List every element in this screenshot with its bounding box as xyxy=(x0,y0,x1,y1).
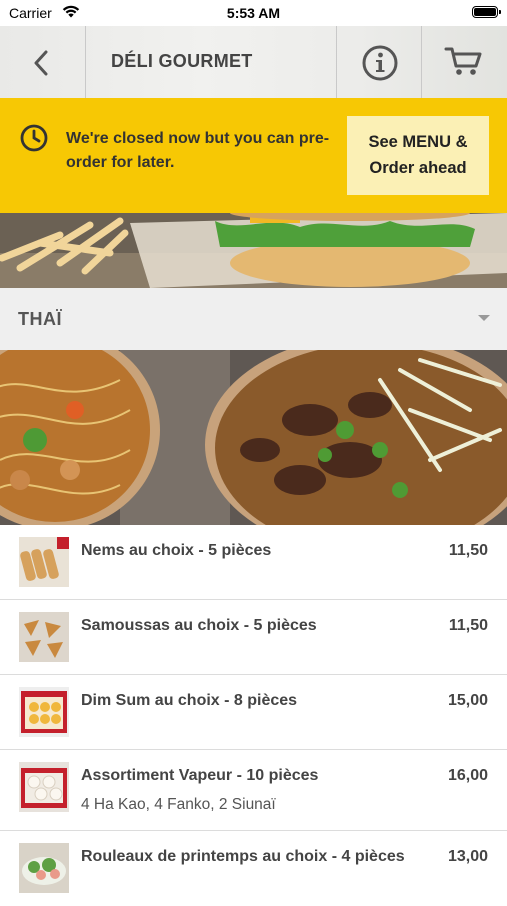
restaurant-hero-image xyxy=(0,213,507,288)
status-bar: Carrier 5:53 AM xyxy=(0,0,507,26)
nav-title-area: DÉLI GOURMET xyxy=(86,26,336,98)
product-thumbnail xyxy=(19,537,69,587)
clock-time: 5:53 AM xyxy=(226,5,281,21)
product-price: 15,00 xyxy=(447,692,488,709)
page-title: DÉLI GOURMET xyxy=(111,51,253,71)
see-menu-button[interactable]: See MENU & Order ahead xyxy=(347,116,489,195)
info-circle-icon xyxy=(362,45,398,81)
burger-fries-photo xyxy=(0,213,507,288)
list-item[interactable]: Samoussas au choix - 5 pièces 11,50 xyxy=(0,600,507,675)
chevron-left-icon xyxy=(34,50,48,76)
product-thumbnail xyxy=(19,843,69,893)
product-price: 11,50 xyxy=(448,617,488,634)
back-button[interactable] xyxy=(0,26,86,98)
category-image xyxy=(0,350,507,525)
closed-message: We're closed now but you can pre-order f… xyxy=(66,130,330,171)
clock-icon xyxy=(20,124,48,152)
product-name: Samoussas au choix - 5 pièces xyxy=(81,617,317,634)
product-thumbnail xyxy=(19,687,69,737)
noodle-bowls-photo xyxy=(0,350,507,525)
product-name: Nems au choix - 5 pièces xyxy=(81,542,272,559)
category-header[interactable]: THAÏ xyxy=(0,288,507,350)
product-list: Nems au choix - 5 pièces 11,50 Samoussas… xyxy=(0,525,507,906)
list-item[interactable]: Assortiment Vapeur - 10 pièces 4 Ha Kao,… xyxy=(0,750,507,831)
caret-down-icon xyxy=(478,315,490,321)
product-price: 13,00 xyxy=(447,848,488,865)
list-item[interactable]: Dim Sum au choix - 8 pièces 15,00 xyxy=(0,675,507,750)
closed-banner: We're closed now but you can pre-order f… xyxy=(0,98,507,213)
product-thumbnail xyxy=(19,612,69,662)
category-name: THAÏ xyxy=(18,309,62,329)
product-thumbnail xyxy=(19,762,69,812)
list-item[interactable]: Rouleaux de printemps au choix - 4 pièce… xyxy=(0,831,507,906)
product-price: 11,50 xyxy=(448,542,488,559)
product-name: Rouleaux de printemps au choix - 4 pièce… xyxy=(81,848,405,865)
list-item[interactable]: Nems au choix - 5 pièces 11,50 xyxy=(0,525,507,600)
info-button[interactable] xyxy=(336,26,422,98)
product-description: 4 Ha Kao, 4 Fanko, 2 Siunaï xyxy=(81,796,276,813)
nav-bar: DÉLI GOURMET xyxy=(0,26,507,99)
cart-icon xyxy=(444,47,482,75)
product-name: Dim Sum au choix - 8 pièces xyxy=(81,692,298,709)
product-price: 16,00 xyxy=(447,767,488,784)
product-name: Assortiment Vapeur - 10 pièces xyxy=(81,767,319,784)
battery-icon xyxy=(472,6,501,18)
cart-button[interactable] xyxy=(422,26,507,98)
